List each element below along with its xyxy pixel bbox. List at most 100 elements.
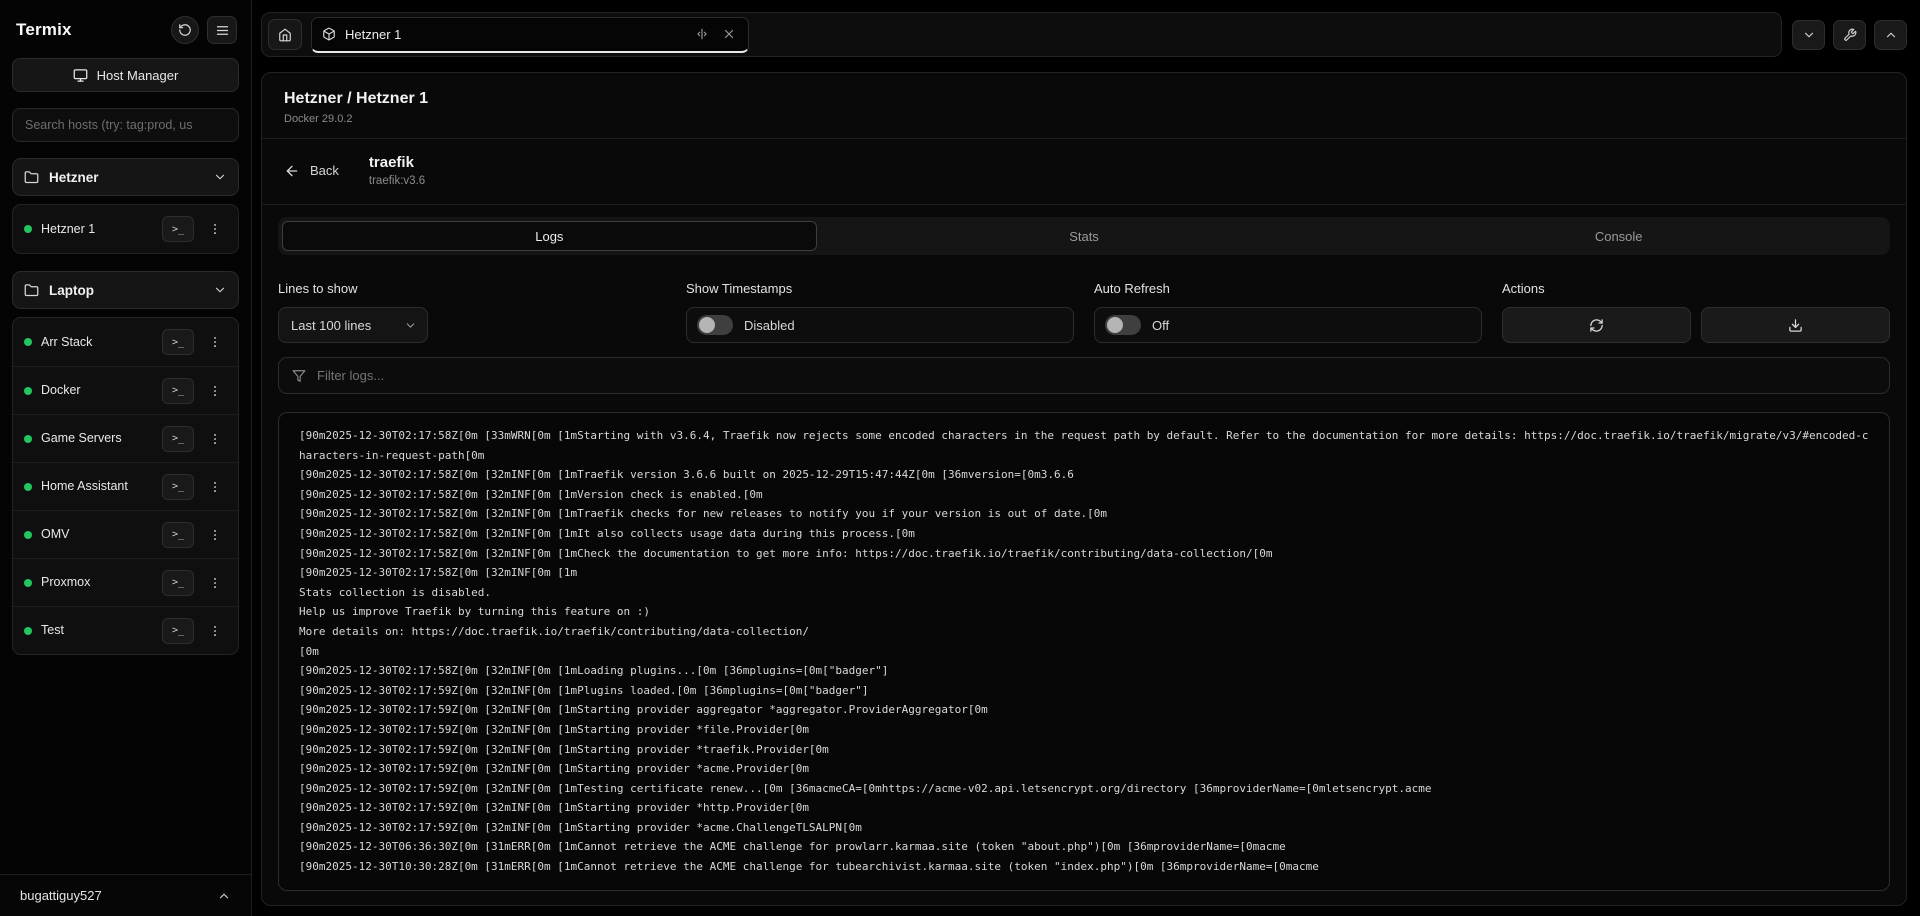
download-logs-button[interactable] — [1701, 307, 1890, 343]
expand-panel-button[interactable] — [1874, 20, 1907, 50]
host-group-label: Laptop — [49, 283, 203, 298]
host-menu-button[interactable] — [203, 618, 227, 644]
host-row[interactable]: Test >_ — [13, 606, 238, 654]
host-list: Arr Stack >_ Docker >_ Game Servers >_ H… — [12, 317, 239, 655]
host-terminal-button[interactable]: >_ — [162, 378, 194, 404]
log-line: [90m2025-12-30T02:17:59Z[0m [32mINF[0m [… — [299, 798, 1869, 818]
host-group-header-laptop[interactable]: Laptop — [12, 271, 239, 309]
host-status-dot — [24, 435, 32, 443]
refresh-logs-button[interactable] — [1502, 307, 1691, 343]
topbar: Hetzner 1 — [261, 12, 1907, 57]
breadcrumb: Hetzner / Hetzner 1 — [284, 90, 1884, 108]
host-status-dot — [24, 483, 32, 491]
host-row[interactable]: OMV >_ — [13, 510, 238, 558]
refresh-icon — [1589, 318, 1604, 333]
host-menu-button[interactable] — [203, 216, 227, 242]
tab-stats[interactable]: Stats — [817, 221, 1352, 251]
username: bugattiguy527 — [20, 888, 102, 903]
chevron-down-icon — [404, 319, 417, 332]
reload-button[interactable] — [171, 16, 199, 44]
host-row[interactable]: Docker >_ — [13, 366, 238, 414]
host-manager-button[interactable]: Host Manager — [12, 58, 239, 92]
lines-select[interactable]: Last 100 lines — [278, 307, 428, 343]
lines-control: Lines to show Last 100 lines — [278, 281, 666, 343]
host-row[interactable]: Arr Stack >_ — [13, 318, 238, 366]
close-tab-button[interactable] — [720, 25, 738, 43]
panel-header: Hetzner / Hetzner 1 Docker 29.0.2 — [262, 73, 1906, 139]
autorefresh-toggle-panel: Off — [1094, 307, 1482, 343]
main-area: Hetzner 1 — [252, 0, 1920, 916]
host-terminal-button[interactable]: >_ — [162, 522, 194, 548]
sidebar: Termix Host Manager — [0, 0, 252, 916]
host-terminal-button[interactable]: >_ — [162, 426, 194, 452]
host-terminal-button[interactable]: >_ — [162, 570, 194, 596]
group-collapse-button[interactable] — [213, 283, 227, 297]
container-header: Back traefik traefik:v3.6 — [262, 139, 1906, 205]
host-menu-button[interactable] — [203, 522, 227, 548]
search-input[interactable] — [12, 108, 239, 142]
host-row[interactable]: Game Servers >_ — [13, 414, 238, 462]
host-menu-button[interactable] — [203, 426, 227, 452]
tools-button[interactable] — [1833, 20, 1866, 50]
filter-logs-input[interactable] — [317, 368, 1876, 383]
container-image: traefik:v3.6 — [369, 175, 425, 187]
host-group-header-hetzner[interactable]: Hetzner — [12, 158, 239, 196]
folder-icon — [24, 170, 39, 185]
log-line: [90m2025-12-30T02:17:59Z[0m [32mINF[0m [… — [299, 700, 1869, 720]
host-status-dot — [24, 338, 32, 346]
log-line: Help us improve Traefik by turning this … — [299, 602, 1869, 622]
log-line: [90m2025-12-30T02:17:58Z[0m [32mINF[0m [… — [299, 485, 1869, 505]
group-collapse-button[interactable] — [213, 170, 227, 184]
autorefresh-control: Auto Refresh Off — [1094, 281, 1482, 343]
autorefresh-toggle[interactable] — [1105, 315, 1141, 335]
close-icon — [722, 27, 736, 41]
host-menu-button[interactable] — [203, 378, 227, 404]
session-tab[interactable]: Hetzner 1 — [311, 17, 749, 53]
host-terminal-button[interactable]: >_ — [162, 474, 194, 500]
host-menu-button[interactable] — [203, 329, 227, 355]
actions-label: Actions — [1502, 281, 1890, 296]
kebab-menu-icon — [208, 480, 222, 494]
back-button[interactable]: Back — [284, 163, 339, 179]
host-menu-button[interactable] — [203, 474, 227, 500]
log-line: [0m — [299, 642, 1869, 662]
host-manager-label: Host Manager — [97, 68, 179, 83]
tab-strip: Hetzner 1 — [261, 12, 1782, 57]
host-row[interactable]: Hetzner 1 >_ — [13, 205, 238, 253]
host-row[interactable]: Home Assistant >_ — [13, 462, 238, 510]
user-menu[interactable]: bugattiguy527 — [0, 874, 251, 916]
sidebar-menu-button[interactable] — [207, 16, 237, 44]
host-status-dot — [24, 225, 32, 233]
kebab-menu-icon — [208, 528, 222, 542]
home-button[interactable] — [268, 19, 302, 50]
host-status-dot — [24, 627, 32, 635]
view-tabs: LogsStatsConsole — [278, 217, 1890, 255]
split-view-button[interactable] — [693, 25, 711, 43]
actions-control: Actions — [1502, 281, 1890, 343]
app-title: Termix — [16, 20, 72, 40]
tab-console[interactable]: Console — [1351, 221, 1886, 251]
sidebar-header: Termix — [10, 12, 241, 56]
timestamps-state: Disabled — [744, 318, 795, 333]
filter-bar — [278, 357, 1890, 394]
collapse-panel-button[interactable] — [1792, 20, 1825, 50]
host-terminal-button[interactable]: >_ — [162, 216, 194, 242]
app-root: Termix Host Manager — [0, 0, 1920, 916]
host-terminal-button[interactable]: >_ — [162, 329, 194, 355]
host-name: Home Assistant — [41, 478, 133, 495]
kebab-menu-icon — [208, 432, 222, 446]
host-group: Laptop Arr Stack >_ Docker >_ — [12, 271, 239, 655]
arrow-left-icon — [284, 163, 300, 179]
host-terminal-button[interactable]: >_ — [162, 618, 194, 644]
log-line: [90m2025-12-30T02:17:59Z[0m [32mINF[0m [… — [299, 759, 1869, 779]
wrench-icon — [1843, 28, 1857, 42]
log-output[interactable]: [90m2025-12-30T02:17:58Z[0m [33mWRN[0m [… — [278, 412, 1890, 891]
host-status-dot — [24, 579, 32, 587]
kebab-menu-icon — [208, 335, 222, 349]
timestamps-toggle[interactable] — [697, 315, 733, 335]
log-line: [90m2025-12-30T02:17:59Z[0m [32mINF[0m [… — [299, 681, 1869, 701]
host-row[interactable]: Proxmox >_ — [13, 558, 238, 606]
host-menu-button[interactable] — [203, 570, 227, 596]
tab-logs[interactable]: Logs — [282, 221, 817, 251]
split-view-icon — [695, 27, 709, 41]
